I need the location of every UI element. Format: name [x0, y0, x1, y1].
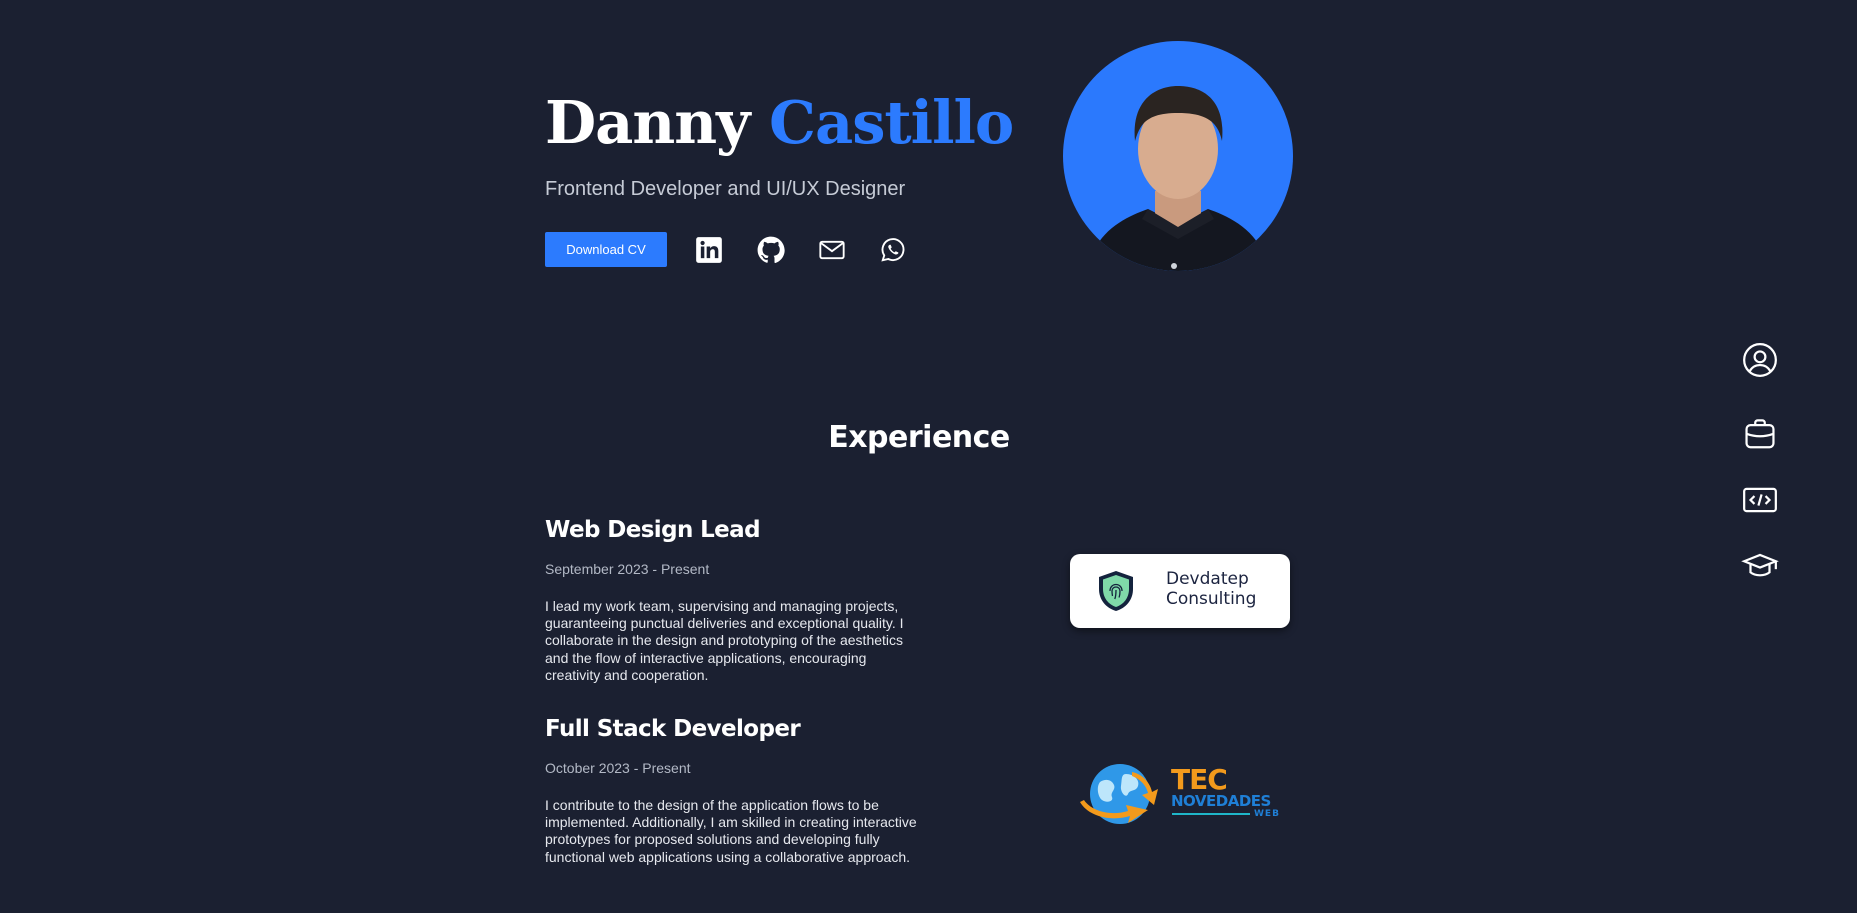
globe-icon [1080, 764, 1158, 824]
experience-heading: Experience [828, 420, 1010, 455]
whatsapp-icon [881, 238, 905, 262]
hero-name: Danny Castillo [545, 88, 1014, 158]
devdatep-brand: Devdatep Consulting [1166, 569, 1257, 609]
last-name: Castillo [769, 88, 1014, 157]
mail-icon [819, 240, 845, 260]
nav-about[interactable] [1740, 340, 1780, 380]
nav-projects[interactable] [1740, 480, 1780, 520]
profile-photo [1063, 41, 1293, 271]
hero-role: Frontend Developer and UI/UX Designer [545, 178, 906, 200]
shield-fingerprint-icon [1099, 571, 1133, 611]
job-date: October 2023 - Present [545, 760, 691, 776]
nav-education[interactable] [1740, 546, 1780, 586]
tec-underline [1172, 813, 1250, 815]
linkedin-icon [696, 237, 722, 263]
tec-novedades-logo: TEC NOVEDADES WEB [1076, 756, 1294, 832]
code-icon [1743, 487, 1777, 513]
download-cv-button[interactable]: Download CV [545, 232, 667, 267]
job-title: Web Design Lead [545, 517, 761, 543]
job-date: September 2023 - Present [545, 561, 710, 577]
linkedin-link[interactable] [693, 234, 725, 266]
whatsapp-link[interactable] [877, 234, 909, 266]
first-name: Danny [545, 88, 750, 157]
job-description: I lead my work team, supervising and man… [545, 598, 904, 683]
job-title: Full Stack Developer [545, 716, 801, 742]
github-icon [757, 236, 785, 263]
mail-link[interactable] [816, 234, 848, 266]
github-link[interactable] [755, 234, 787, 266]
job-description: I contribute to the design of the applic… [545, 797, 917, 865]
user-circle-icon [1743, 343, 1777, 377]
devdatep-logo: Devdatep Consulting [1070, 554, 1290, 628]
graduation-cap-icon [1741, 553, 1779, 577]
